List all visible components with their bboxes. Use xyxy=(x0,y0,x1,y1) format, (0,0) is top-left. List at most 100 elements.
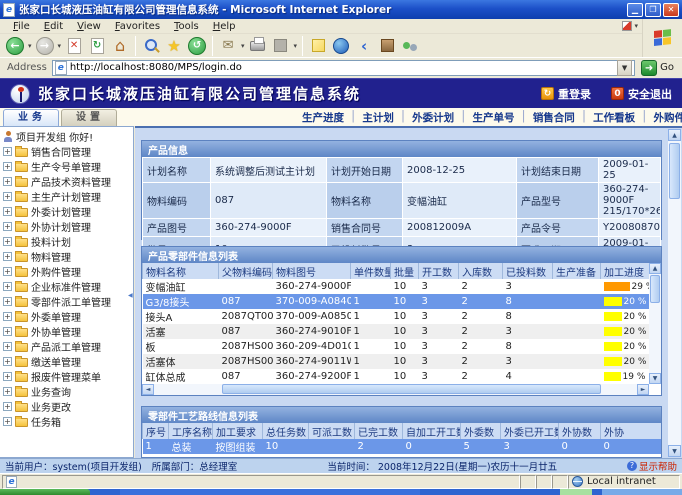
history-icon[interactable]: ↺ xyxy=(187,36,207,56)
nav-item-3[interactable]: 生产单号 xyxy=(472,110,514,125)
sidebar-collapse-handle[interactable]: ◀ xyxy=(128,284,134,308)
tab-business[interactable]: 业务 xyxy=(3,109,59,126)
address-dropdown-icon[interactable]: ▼ xyxy=(617,60,632,76)
expand-icon[interactable]: + xyxy=(3,207,12,216)
edit-icon[interactable] xyxy=(271,36,291,56)
mail-dropdown-icon[interactable]: ▾ xyxy=(241,42,245,50)
scroll-thumb[interactable] xyxy=(222,384,601,394)
scroll-up-icon[interactable]: ▲ xyxy=(649,263,661,274)
nav-item-4[interactable]: 销售合同 xyxy=(533,110,575,125)
parts-vertical-scrollbar[interactable]: ▲ ▼ xyxy=(649,263,661,384)
column-header[interactable]: 自加工开工数 xyxy=(403,423,461,439)
start-button[interactable] xyxy=(0,489,90,495)
nav-item-2[interactable]: 外委计划 xyxy=(412,110,454,125)
research-icon[interactable] xyxy=(377,36,397,56)
scroll-left-icon[interactable]: ◄ xyxy=(142,384,154,395)
column-header[interactable]: 开工数 xyxy=(419,263,459,279)
nav-item-0[interactable]: 生产进度 xyxy=(302,110,344,125)
expand-icon[interactable]: + xyxy=(3,402,12,411)
expand-icon[interactable]: + xyxy=(3,297,12,306)
nav-item-5[interactable]: 工作看板 xyxy=(593,110,635,125)
sidebar-item-6[interactable]: +投料计划 xyxy=(0,234,133,249)
expand-icon[interactable]: + xyxy=(3,252,12,261)
taskbar-item[interactable] xyxy=(560,489,592,495)
print-icon[interactable] xyxy=(248,36,268,56)
content-vertical-scrollbar[interactable]: ▲ ▼ xyxy=(668,129,681,457)
brand-mini-icon[interactable]: ▾ xyxy=(622,21,638,31)
menu-item-edit[interactable]: Edit xyxy=(37,21,70,32)
sidebar-item-11[interactable]: +外委单管理 xyxy=(0,309,133,324)
sidebar-item-12[interactable]: +外协单管理 xyxy=(0,324,133,339)
sidebar-item-7[interactable]: +物料管理 xyxy=(0,249,133,264)
sidebar-item-18[interactable]: +任务箱 xyxy=(0,414,133,429)
menu-item-view[interactable]: View xyxy=(70,21,108,32)
column-header[interactable]: 父物料编码 xyxy=(219,263,273,279)
menu-item-help[interactable]: Help xyxy=(206,21,243,32)
expand-icon[interactable]: + xyxy=(3,222,12,231)
column-header[interactable]: 已投料数 xyxy=(503,263,553,279)
sidebar-item-0[interactable]: +销售合同管理 xyxy=(0,144,133,159)
scroll-thumb[interactable] xyxy=(669,143,680,199)
mail-icon[interactable]: ✉ xyxy=(218,36,238,56)
column-header[interactable]: 外委数 xyxy=(461,423,501,439)
relogin-button[interactable]: ↻ 重登录 xyxy=(541,86,591,102)
expand-icon[interactable]: + xyxy=(3,357,12,366)
table-row[interactable]: 活塞087360-274-9010F11032320 % xyxy=(143,324,650,339)
table-row[interactable]: 接头A2087QT002370-009-A085011032820 % xyxy=(143,309,650,324)
column-header[interactable]: 入库数 xyxy=(459,263,503,279)
menu-item-tools[interactable]: Tools xyxy=(167,21,206,32)
expand-icon[interactable]: + xyxy=(3,267,12,276)
nav-item-1[interactable]: 主计划 xyxy=(362,110,394,125)
sidebar-item-15[interactable]: +报废件管理菜单 xyxy=(0,369,133,384)
menu-item-favorites[interactable]: Favorites xyxy=(108,21,167,32)
column-header[interactable]: 可派工数 xyxy=(309,423,355,439)
expand-icon[interactable]: + xyxy=(3,342,12,351)
sidebar-item-10[interactable]: +零部件派工单管理 xyxy=(0,294,133,309)
expand-icon[interactable]: + xyxy=(3,192,12,201)
table-row[interactable]: 变幅油缸360-274-9000F1032329 % xyxy=(143,279,650,294)
expand-icon[interactable]: + xyxy=(3,327,12,336)
sidebar-item-14[interactable]: +缴送单管理 xyxy=(0,354,133,369)
msn-icon[interactable] xyxy=(331,36,351,56)
sidebar-item-13[interactable]: +产品派工单管理 xyxy=(0,339,133,354)
expand-icon[interactable]: + xyxy=(3,372,12,381)
sidebar-item-3[interactable]: +主生产计划管理 xyxy=(0,189,133,204)
column-header[interactable]: 物料图号 xyxy=(273,263,351,279)
sidebar-item-16[interactable]: +业务查询 xyxy=(0,384,133,399)
table-row[interactable]: 1总装按图组装10205300 xyxy=(143,439,662,454)
nav-item-6[interactable]: 外购件库存 xyxy=(653,110,682,125)
expand-icon[interactable]: + xyxy=(3,147,12,156)
forward-dropdown-icon[interactable]: ▾ xyxy=(58,42,62,50)
sidebar-item-2[interactable]: +产品技术资料管理 xyxy=(0,174,133,189)
back-dropdown-icon[interactable]: ▾ xyxy=(28,42,32,50)
expand-icon[interactable]: + xyxy=(3,417,12,426)
table-row[interactable]: G3/8接头087370-009-A084011032820 % xyxy=(143,294,650,309)
column-header[interactable]: 物料名称 xyxy=(143,263,219,279)
stop-icon[interactable]: ✕ xyxy=(64,36,84,56)
tab-settings[interactable]: 设置 xyxy=(61,109,117,126)
messenger-arrow-icon[interactable]: ‹ xyxy=(354,36,374,56)
discuss-icon[interactable] xyxy=(308,36,328,56)
close-button[interactable]: ✕ xyxy=(663,3,679,17)
expand-icon[interactable]: + xyxy=(3,237,12,246)
minimize-button[interactable]: ▁ xyxy=(627,3,643,17)
taskbar-item[interactable] xyxy=(120,489,420,495)
scroll-up-icon[interactable]: ▲ xyxy=(668,129,681,141)
edit-dropdown-icon[interactable]: ▾ xyxy=(294,42,298,50)
table-row[interactable]: 板2087HS002360-209-4D01011032820 % xyxy=(143,339,650,354)
home-icon[interactable]: ⌂ xyxy=(110,36,130,56)
column-header[interactable]: 单件数量 xyxy=(351,263,391,279)
show-help-link[interactable]: ? 显示帮助 xyxy=(627,459,677,473)
sidebar-item-8[interactable]: +外购件管理 xyxy=(0,264,133,279)
table-row[interactable]: 缸体总成087360-274-9200F11032419 % xyxy=(143,369,650,384)
column-header[interactable]: 总任务数 xyxy=(263,423,309,439)
messenger-people-icon[interactable] xyxy=(400,36,420,56)
go-button[interactable]: ➜ Go xyxy=(635,60,680,76)
maximize-button[interactable]: ❐ xyxy=(645,3,661,17)
expand-icon[interactable]: + xyxy=(3,387,12,396)
windows-taskbar[interactable] xyxy=(0,489,682,495)
sidebar-item-4[interactable]: +外委计划管理 xyxy=(0,204,133,219)
sidebar-item-5[interactable]: +外协计划管理 xyxy=(0,219,133,234)
scroll-down-icon[interactable]: ▼ xyxy=(668,445,681,457)
scroll-right-icon[interactable]: ► xyxy=(637,384,649,395)
